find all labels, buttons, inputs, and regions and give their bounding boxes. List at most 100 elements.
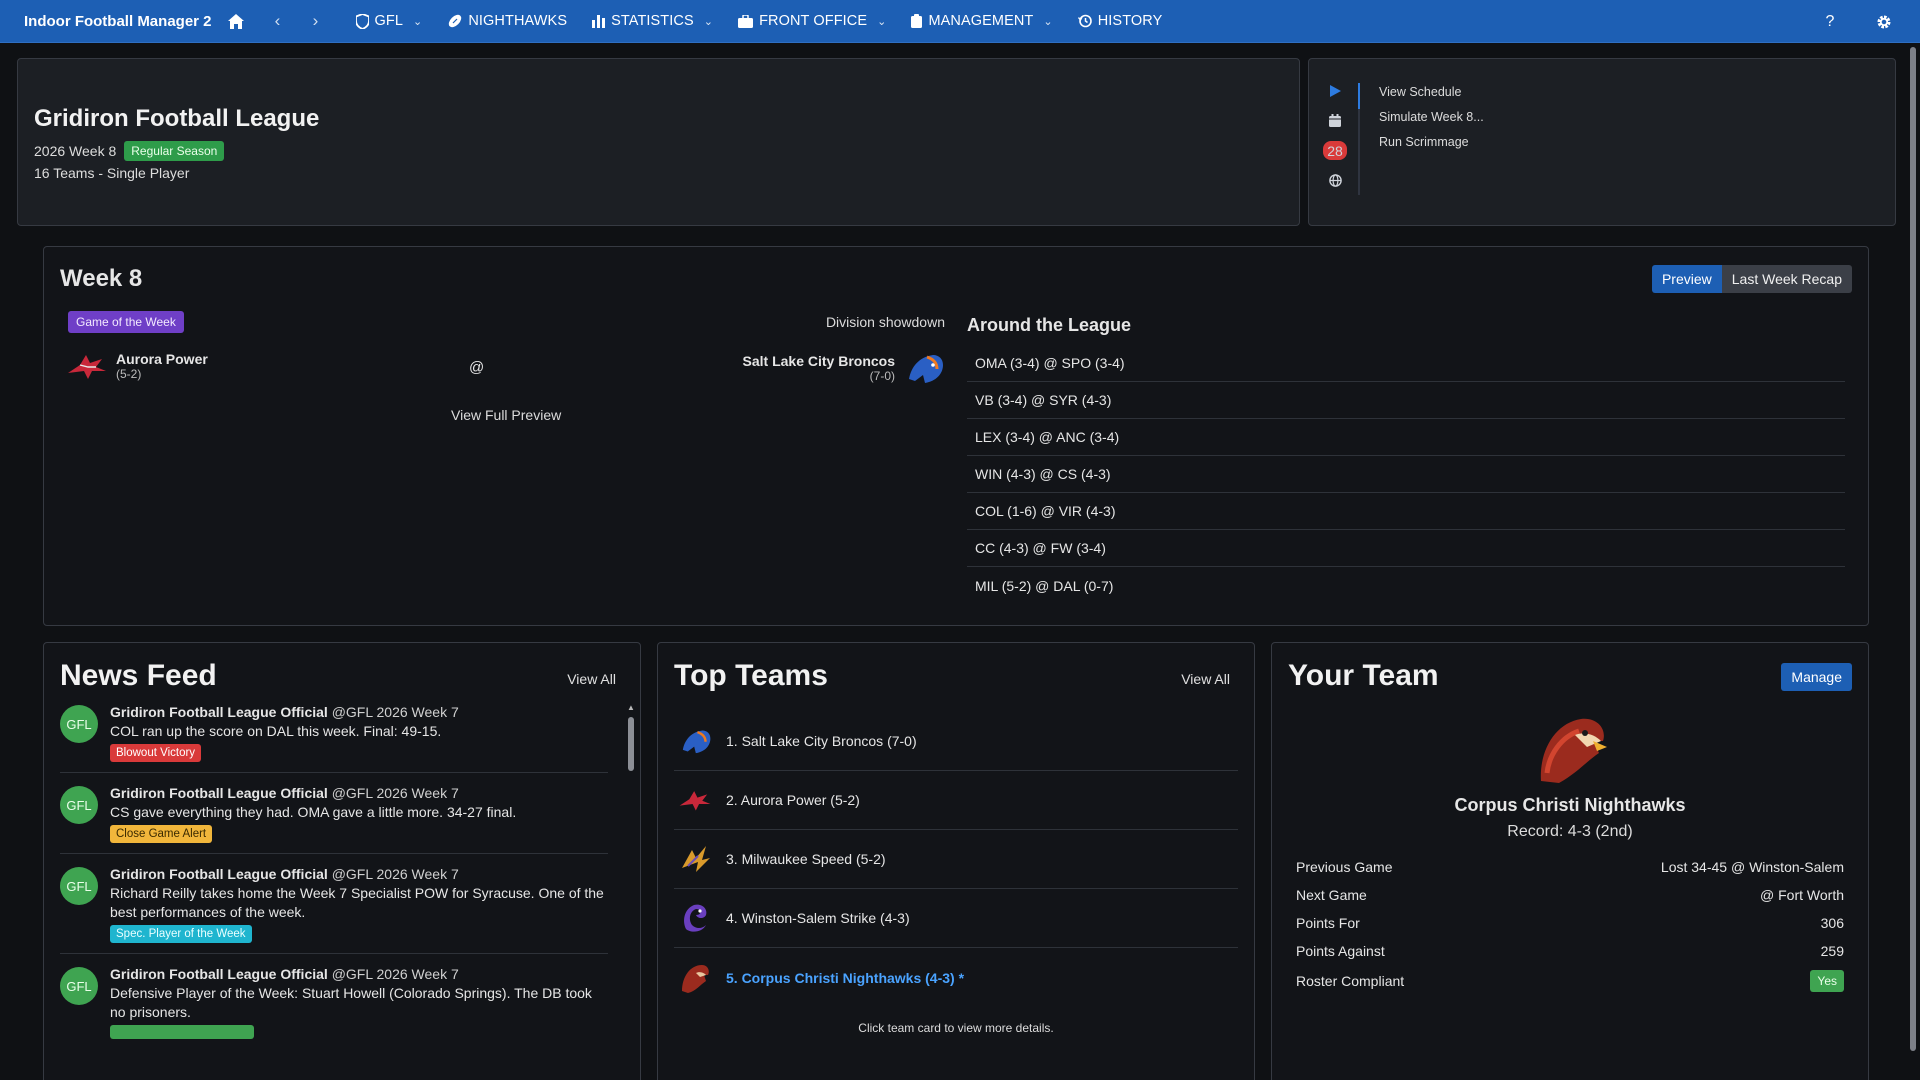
- run-scrimmage-link[interactable]: Run Scrimmage: [1379, 135, 1484, 149]
- home-team-name: Salt Lake City Broncos: [742, 353, 896, 369]
- matchup-row[interactable]: COL (1-6) @ VIR (4-3): [967, 493, 1845, 530]
- stat-value: @ Fort Worth: [1760, 887, 1844, 903]
- forward-arrow-icon[interactable]: ›: [304, 9, 328, 33]
- stat-value: 259: [1820, 943, 1844, 959]
- news-item[interactable]: GFL Gridiron Football League Official @G…: [60, 965, 608, 1054]
- nav-front-office[interactable]: FRONT OFFICE ⌄: [738, 13, 886, 29]
- manage-button[interactable]: Manage: [1781, 663, 1852, 691]
- briefcase-icon: [738, 14, 754, 28]
- back-arrow-icon[interactable]: ‹: [266, 9, 290, 33]
- nav-nighthawks[interactable]: NIGHTHAWKS: [448, 13, 567, 29]
- clipboard-icon: [911, 14, 923, 28]
- bar-chart-icon: [592, 14, 606, 28]
- team-row[interactable]: 3. Milwaukee Speed (5-2): [674, 830, 1238, 889]
- news-feed-title: News Feed: [60, 659, 217, 692]
- news-list: GFL Gridiron Football League Official @G…: [60, 703, 608, 1065]
- avatar: GFL: [60, 705, 98, 743]
- top-teams-view-all-link[interactable]: View All: [1181, 671, 1230, 687]
- season-phase-badge: Regular Season: [124, 141, 225, 161]
- app-brand[interactable]: Indoor Football Manager 2: [24, 13, 212, 30]
- league-week-line: 2026 Week 8 Regular Season: [34, 141, 225, 161]
- nav-gfl[interactable]: GFL ⌄: [355, 13, 423, 29]
- avatar: GFL: [60, 867, 98, 905]
- away-team-record: (5-2): [116, 367, 142, 381]
- top-teams-card: Top Teams View All 1. Salt Lake City Bro…: [657, 642, 1255, 1080]
- view-full-preview-link[interactable]: View Full Preview: [451, 407, 561, 423]
- bronco-logo: [682, 730, 711, 754]
- bronco-logo: [909, 355, 943, 383]
- news-author: Gridiron Football League Official: [110, 704, 328, 720]
- team-row[interactable]: 2. Aurora Power (5-2): [674, 771, 1238, 830]
- tab-last-week-recap[interactable]: Last Week Recap: [1721, 265, 1852, 293]
- nav-history-label: HISTORY: [1097, 13, 1163, 29]
- news-tag: Close Game Alert: [110, 825, 213, 843]
- your-team-name[interactable]: Corpus Christi Nighthawks: [1272, 795, 1868, 816]
- simulate-week-link[interactable]: Simulate Week 8...: [1379, 110, 1484, 124]
- your-team-card: Your Team Manage Corpus Christi Nighthaw…: [1271, 642, 1869, 1080]
- team-row[interactable]: 4. Winston-Salem Strike (4-3): [674, 889, 1238, 948]
- matchup-row[interactable]: CC (4-3) @ FW (3-4): [967, 530, 1845, 567]
- around-the-league-title: Around the League: [967, 315, 1132, 335]
- play-icon[interactable]: [1329, 81, 1341, 100]
- view-schedule-link[interactable]: View Schedule: [1379, 85, 1484, 99]
- news-meta: @GFL 2026 Week 7: [331, 966, 459, 982]
- news-feed-card: News Feed View All GFL Gridiron Football…: [43, 642, 641, 1080]
- stat-label: Previous Game: [1296, 859, 1393, 875]
- division-showdown-label: Division showdown: [825, 314, 945, 330]
- quick-action-divider: [1358, 83, 1360, 195]
- team-row-label: 2. Aurora Power (5-2): [726, 792, 860, 808]
- scroll-up-arrow-icon[interactable]: ▲: [627, 703, 635, 712]
- your-team-title: Your Team: [1288, 659, 1439, 692]
- help-icon[interactable]: ?: [1818, 10, 1842, 34]
- matchup-row[interactable]: WIN (4-3) @ CS (4-3): [967, 456, 1845, 493]
- matchup-row[interactable]: MIL (5-2) @ DAL (0-7): [967, 567, 1845, 604]
- top-teams-title: Top Teams: [674, 659, 828, 692]
- around-the-league-list: OMA (3-4) @ SPO (3-4) VB (3-4) @ SYR (4-…: [967, 345, 1845, 604]
- news-tag: [110, 1025, 254, 1039]
- calendar-icon[interactable]: [1329, 111, 1341, 130]
- globe-icon[interactable]: [1328, 171, 1342, 190]
- power-logo: [68, 355, 106, 379]
- game-of-the-week-badge: Game of the Week: [68, 311, 184, 333]
- news-item[interactable]: GFL Gridiron Football League Official @G…: [60, 865, 608, 954]
- stat-label: Next Game: [1296, 887, 1367, 903]
- top-navbar: Indoor Football Manager 2 ‹ › GFL ⌄ NIGH…: [0, 0, 1920, 43]
- quick-action-icons: 28: [1321, 81, 1349, 190]
- news-item[interactable]: GFL Gridiron Football League Official @G…: [60, 784, 608, 854]
- home-icon[interactable]: [224, 9, 248, 33]
- speed-logo: [682, 846, 710, 872]
- stat-value: 306: [1820, 915, 1844, 931]
- notification-count-badge[interactable]: 28: [1323, 141, 1347, 160]
- news-text: COL ran up the score on DAL this week. F…: [110, 723, 442, 739]
- window-scroll-thumb[interactable]: [1910, 47, 1916, 1051]
- news-view-all-link[interactable]: View All: [567, 671, 616, 687]
- matchup-row[interactable]: VB (3-4) @ SYR (4-3): [967, 382, 1845, 419]
- news-scroll-thumb[interactable]: [628, 717, 634, 771]
- chevron-down-icon: ⌄: [1043, 15, 1053, 28]
- top-teams-hint: Click team card to view more details.: [858, 1021, 1054, 1035]
- window-scrollbar[interactable]: [1906, 43, 1920, 1080]
- home-team[interactable]: Salt Lake City Broncos (7-0): [743, 351, 946, 385]
- team-row[interactable]: 1. Salt Lake City Broncos (7-0): [674, 712, 1238, 771]
- nav-history[interactable]: HISTORY: [1077, 13, 1163, 29]
- news-item[interactable]: GFL Gridiron Football League Official @G…: [60, 703, 608, 773]
- gear-icon[interactable]: [1872, 10, 1896, 34]
- news-author: Gridiron Football League Official: [110, 785, 328, 801]
- tab-preview[interactable]: Preview: [1651, 265, 1722, 293]
- matchup-row[interactable]: OMA (3-4) @ SPO (3-4): [967, 345, 1845, 382]
- stat-label: Points For: [1296, 915, 1360, 931]
- away-team[interactable]: Aurora Power (5-2): [66, 351, 208, 381]
- news-scrollbar[interactable]: ▲: [626, 703, 636, 1063]
- stat-row: Previous Game Lost 34-45 @ Winston-Salem: [1296, 853, 1844, 881]
- nighthawk-logo: [682, 964, 709, 993]
- team-row-label: 5. Corpus Christi Nighthawks (4-3) *: [726, 969, 965, 986]
- nav-statistics[interactable]: STATISTICS ⌄: [592, 13, 713, 29]
- your-team-stats: Previous Game Lost 34-45 @ Winston-Salem…: [1296, 853, 1844, 997]
- news-meta: @GFL 2026 Week 7: [331, 704, 459, 720]
- week-title: Week 8: [60, 265, 143, 292]
- chevron-down-icon: ⌄: [877, 15, 887, 28]
- team-row-highlighted[interactable]: 5. Corpus Christi Nighthawks (4-3) *: [674, 948, 1238, 1007]
- nav-management[interactable]: MANAGEMENT ⌄: [911, 13, 1053, 29]
- nav-utilities: ?: [1818, 0, 1920, 43]
- matchup-row[interactable]: LEX (3-4) @ ANC (3-4): [967, 419, 1845, 456]
